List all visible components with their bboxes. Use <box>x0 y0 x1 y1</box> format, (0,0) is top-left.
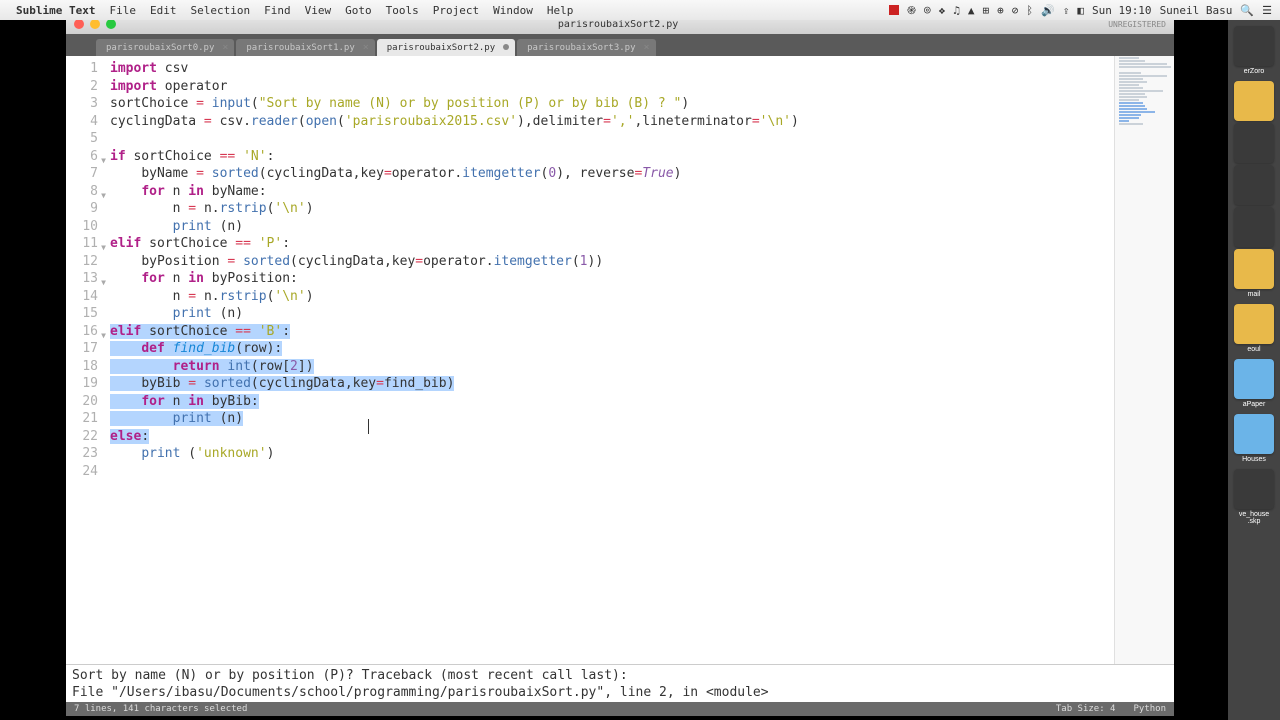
tab-close-icon[interactable]: × <box>363 42 369 53</box>
editor: 12345 6▼ 7 8▼ 910 11▼ 12 13▼ 1415 16▼ 17… <box>66 56 1174 664</box>
user-name[interactable]: Suneil Basu <box>1160 4 1233 17</box>
minimap[interactable] <box>1114 56 1174 664</box>
desktop-item[interactable] <box>1234 207 1274 247</box>
desktop-item[interactable] <box>1234 81 1274 121</box>
menu-window[interactable]: Window <box>493 4 533 17</box>
app-menu[interactable]: Sublime Text <box>16 4 95 17</box>
record-icon[interactable] <box>889 5 899 15</box>
menu-file[interactable]: File <box>109 4 136 17</box>
sublime-window: parisroubaixSort2.py UNREGISTERED parisr… <box>66 14 1174 716</box>
desktop-label: mail <box>1228 291 1280 298</box>
desktop-label: .skp <box>1228 518 1280 525</box>
desktop-icons: erZoro mail eoul aPaper Houses ve_house … <box>1228 20 1280 720</box>
tab-close-icon[interactable]: × <box>643 42 649 53</box>
window-title: parisroubaixSort2.py <box>558 19 678 30</box>
status-icon[interactable]: ❖ <box>939 4 946 17</box>
status-icon[interactable]: ⌾ <box>924 4 931 17</box>
desktop-item[interactable] <box>1234 414 1274 454</box>
status-icon[interactable]: ⊕ <box>997 4 1004 17</box>
menu-selection[interactable]: Selection <box>190 4 250 17</box>
desktop-item[interactable] <box>1234 165 1274 205</box>
desktop-item[interactable] <box>1234 359 1274 399</box>
tab-active[interactable]: parisroubaixSort2.py <box>377 39 515 56</box>
desktop-label: eoul <box>1228 346 1280 353</box>
status-icon[interactable]: ֍ <box>907 3 916 18</box>
menu-edit[interactable]: Edit <box>150 4 177 17</box>
battery-icon[interactable]: ◧ <box>1077 4 1084 17</box>
text-cursor <box>368 419 369 434</box>
volume-icon[interactable]: 🔊 <box>1041 4 1055 17</box>
desktop-item[interactable] <box>1234 123 1274 163</box>
gutter[interactable]: 12345 6▼ 7 8▼ 910 11▼ 12 13▼ 1415 16▼ 17… <box>66 56 104 664</box>
spotlight-icon[interactable]: 🔍 <box>1240 4 1254 17</box>
menu-view[interactable]: View <box>305 4 332 17</box>
tab-size[interactable]: Tab Size: 4 <box>1056 704 1116 714</box>
status-icon[interactable]: ♫ <box>953 4 960 17</box>
menu-project[interactable]: Project <box>433 4 479 17</box>
maximize-button[interactable] <box>106 19 116 29</box>
desktop-label: erZoro <box>1228 68 1280 75</box>
tab-close-icon[interactable]: × <box>222 42 228 53</box>
desktop-item[interactable] <box>1234 26 1274 66</box>
status-icon[interactable]: ▲ <box>968 4 975 17</box>
minimize-button[interactable] <box>90 19 100 29</box>
desktop-item[interactable] <box>1234 249 1274 289</box>
console-line: File "/Users/ibasu/Documents/school/prog… <box>72 684 1168 701</box>
macos-menubar: Sublime Text File Edit Selection Find Vi… <box>0 0 1280 20</box>
dirty-icon <box>503 44 509 50</box>
desktop-label: aPaper <box>1228 401 1280 408</box>
syntax-label[interactable]: Python <box>1133 704 1166 714</box>
desktop-label: Houses <box>1228 456 1280 463</box>
wifi-icon[interactable]: ⇪ <box>1063 4 1070 17</box>
selection-status: 7 lines, 141 characters selected <box>74 704 247 714</box>
clock[interactable]: Sun 19:10 <box>1092 4 1152 17</box>
menubar-right: ֍ ⌾ ❖ ♫ ▲ ⊞ ⊕ ⊘ ᛒ 🔊 ⇪ ◧ Sun 19:10 Suneil… <box>889 3 1272 18</box>
menu-tools[interactable]: Tools <box>386 4 419 17</box>
status-icon[interactable]: ⊘ <box>1012 4 1019 17</box>
build-output[interactable]: Sort by name (N) or by position (P)? Tra… <box>66 664 1174 702</box>
tabbar: parisroubaixSort0.py× parisroubaixSort1.… <box>66 34 1174 56</box>
bluetooth-icon[interactable]: ᛒ <box>1026 4 1033 17</box>
desktop-item[interactable] <box>1234 469 1274 509</box>
menu-icon[interactable]: ☰ <box>1262 4 1272 17</box>
status-icon[interactable]: ⊞ <box>983 4 990 17</box>
desktop-label: ve_house <box>1228 511 1280 518</box>
traffic-lights <box>74 19 116 29</box>
tab[interactable]: parisroubaixSort3.py× <box>517 39 655 56</box>
tab[interactable]: parisroubaixSort1.py× <box>236 39 374 56</box>
statusbar: 7 lines, 141 characters selected Tab Siz… <box>66 702 1174 716</box>
desktop-item[interactable] <box>1234 304 1274 344</box>
close-button[interactable] <box>74 19 84 29</box>
menu-find[interactable]: Find <box>264 4 291 17</box>
menu-help[interactable]: Help <box>547 4 574 17</box>
tab[interactable]: parisroubaixSort0.py× <box>96 39 234 56</box>
code-area[interactable]: import csv import operator sortChoice = … <box>104 56 1174 664</box>
console-line: Sort by name (N) or by position (P)? Tra… <box>72 667 1168 684</box>
menu-goto[interactable]: Goto <box>345 4 372 17</box>
unregistered-label: UNREGISTERED <box>1108 20 1166 29</box>
